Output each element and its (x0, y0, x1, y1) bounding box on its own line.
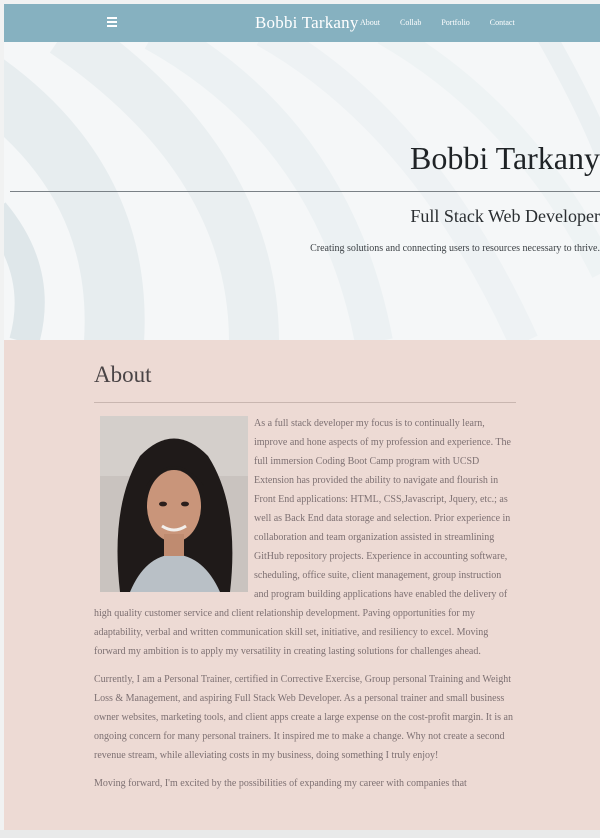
hero-tagline: Creating solutions and connecting users … (310, 243, 600, 254)
about-section: About As a full stack developer my focus… (4, 340, 600, 830)
nav-link-collab[interactable]: Collab (400, 18, 421, 27)
nav-link-about[interactable]: About (360, 18, 380, 27)
about-body: As a full stack developer my focus is to… (94, 414, 516, 802)
about-paragraph-3: Moving forward, I'm excited by the possi… (94, 778, 467, 789)
hero-title: Bobbi Tarkany (409, 140, 600, 176)
nav-links: About Collab Portfolio Contact (360, 18, 535, 27)
hamburger-menu-icon[interactable] (107, 17, 117, 27)
profile-photo (100, 416, 248, 592)
nav-link-contact[interactable]: Contact (490, 18, 515, 27)
about-divider (94, 402, 516, 403)
hero-subtitle: Full Stack Web Developer (410, 206, 600, 226)
nav-link-portfolio[interactable]: Portfolio (441, 18, 469, 27)
navbar: Bobbi Tarkany About Collab Portfolio Con… (4, 4, 600, 42)
about-paragraph-2: Currently, I am a Personal Trainer, cert… (94, 674, 513, 761)
about-heading: About (94, 362, 152, 387)
horizontal-scrollbar[interactable] (0, 830, 600, 838)
browser-viewport: Bobbi Tarkany About Collab Portfolio Con… (4, 4, 600, 830)
navbar-brand[interactable]: Bobbi Tarkany (255, 13, 359, 33)
hero-banner: Bobbi Tarkany Full Stack Web Developer C… (4, 42, 600, 340)
hero-divider (10, 191, 600, 192)
